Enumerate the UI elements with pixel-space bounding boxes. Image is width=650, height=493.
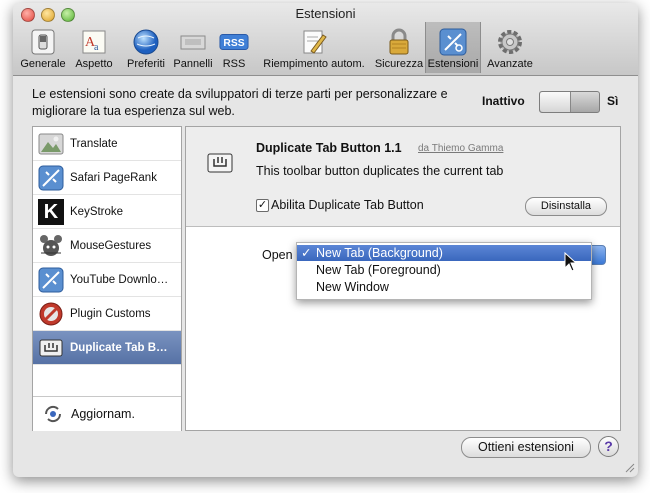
lock-icon <box>384 28 414 56</box>
window-title: Estensioni <box>295 6 356 21</box>
extension-item-plugin-customs[interactable]: Plugin Customs <box>33 297 181 331</box>
toolbar: Estensioni Generale Aa Aspetto Preferiti… <box>13 3 638 76</box>
toolbar-item-advanced[interactable]: Avanzate <box>482 27 538 73</box>
extension-item-pagerank[interactable]: Safari PageRank <box>33 161 181 195</box>
toolbar-item-label: RSS <box>222 58 246 70</box>
updates-button[interactable]: Aggiornam. <box>33 396 181 431</box>
dropdown-option-new-window[interactable]: New Window <box>297 279 591 295</box>
dropdown-option-label: New Tab (Background) <box>316 246 443 260</box>
extension-author-link[interactable]: da Thiemo Gamma <box>418 143 503 154</box>
extension-item-label: Plugin Customs <box>70 307 151 320</box>
toolbar-item-appearance[interactable]: Aa Aspetto <box>69 27 119 73</box>
open-in-dropdown-menu: ✓ New Tab (Background) New Tab (Foregrou… <box>296 242 592 300</box>
toolbar-item-tabs[interactable]: Pannelli <box>172 27 214 73</box>
toolbar-item-general[interactable]: Generale <box>17 27 69 73</box>
get-extensions-button[interactable]: Ottieni estensioni <box>461 437 591 458</box>
toolbar-item-label: Avanzate <box>487 58 533 70</box>
extension-item-label: Safari PageRank <box>70 171 157 184</box>
dropdown-option-new-tab-background[interactable]: ✓ New Tab (Background) <box>297 245 591 261</box>
toolbar-item-bookmarks[interactable]: Preferiti <box>120 27 172 73</box>
toolbar-item-label: Preferiti <box>127 58 165 70</box>
rss-icon: RSS <box>219 28 249 56</box>
resize-grip-icon[interactable] <box>623 461 635 473</box>
open-in-popup-arrow[interactable] <box>591 245 606 265</box>
font-icon: Aa <box>79 28 109 56</box>
toolbar-item-extensions[interactable]: Estensioni <box>425 22 481 73</box>
dropdown-option-new-tab-foreground[interactable]: New Tab (Foreground) <box>297 262 591 278</box>
toolbar-item-label: Sicurezza <box>374 58 424 70</box>
keystroke-icon: K <box>37 198 65 226</box>
toolbar-item-label: Riempimento autom. <box>263 58 365 70</box>
extension-name: Duplicate Tab Button 1.1 <box>256 141 402 155</box>
pencil-icon <box>299 28 329 56</box>
intro-text: Le estensioni sono create da sviluppator… <box>32 87 448 118</box>
extensions-off-label: Inattivo <box>482 94 525 108</box>
rss-badge-text: RSS <box>223 38 244 49</box>
extensions-on-label: Sì <box>607 94 619 108</box>
enable-checkbox[interactable]: ✓ <box>256 199 269 212</box>
updates-label: Aggiornam. <box>71 407 135 421</box>
mousegestures-icon <box>37 232 65 260</box>
mouse-pointer-icon <box>564 251 580 272</box>
dropdown-option-label: New Window <box>316 280 389 294</box>
extension-item-youtube-downloader[interactable]: YouTube Downlo… <box>33 263 181 297</box>
toolbar-item-autofill[interactable]: Riempimento autom. <box>254 27 374 73</box>
pagerank-icon <box>37 164 65 192</box>
extensions-icon <box>438 28 468 56</box>
extension-header: Duplicate Tab Button 1.1 da Thiemo Gamma… <box>186 127 620 227</box>
extensions-toggle[interactable] <box>539 91 600 113</box>
toolbar-item-label: Generale <box>20 58 66 70</box>
duplicate-tab-icon <box>206 151 234 175</box>
check-icon: ✓ <box>301 246 312 260</box>
toolbar-item-rss[interactable]: RSS RSS <box>216 27 252 73</box>
extension-item-label: YouTube Downlo… <box>70 273 169 286</box>
tabs-icon <box>178 28 208 56</box>
toolbar-item-label: Aspetto <box>75 58 113 70</box>
toolbar-item-label: Estensioni <box>427 58 479 70</box>
enable-checkbox-label[interactable]: Abilita Duplicate Tab Button <box>271 198 424 212</box>
updates-icon <box>41 402 65 426</box>
extension-item-label: MouseGestures <box>70 239 152 252</box>
dropdown-option-label: New Tab (Foreground) <box>316 263 441 277</box>
toolbar-item-security[interactable]: Sicurezza <box>374 27 424 73</box>
help-button[interactable]: ? <box>598 436 619 457</box>
extension-item-keystroke[interactable]: K KeyStroke <box>33 195 181 229</box>
gear-icon <box>495 28 525 56</box>
toolbar-item-label: Pannelli <box>173 58 213 70</box>
youtube-downloader-icon <box>37 266 65 294</box>
duplicate-tab-icon <box>37 334 65 362</box>
preferences-window: Estensioni Generale Aa Aspetto Preferiti… <box>13 3 638 477</box>
extension-item-label: Duplicate Tab B… <box>70 341 168 354</box>
translate-icon <box>37 130 65 158</box>
plugin-customs-icon <box>37 300 65 328</box>
extension-description: This toolbar button duplicates the curre… <box>256 164 504 178</box>
uninstall-button[interactable]: Disinstalla <box>525 197 607 216</box>
extension-item-label: Translate <box>70 137 118 150</box>
extension-item-label: KeyStroke <box>70 205 124 218</box>
extension-item-duplicate-tab[interactable]: Duplicate Tab B… <box>33 331 181 365</box>
globe-icon <box>131 28 161 56</box>
toggle-knob[interactable] <box>540 92 571 112</box>
switch-icon <box>28 28 58 56</box>
extension-item-translate[interactable]: Translate <box>33 127 181 161</box>
extensions-list: Translate Safari PageRank K KeyStroke Mo… <box>32 126 182 431</box>
svg-text:a: a <box>94 42 99 53</box>
keystroke-letter: K <box>38 198 64 225</box>
extension-item-mousegestures[interactable]: MouseGestures <box>33 229 181 263</box>
